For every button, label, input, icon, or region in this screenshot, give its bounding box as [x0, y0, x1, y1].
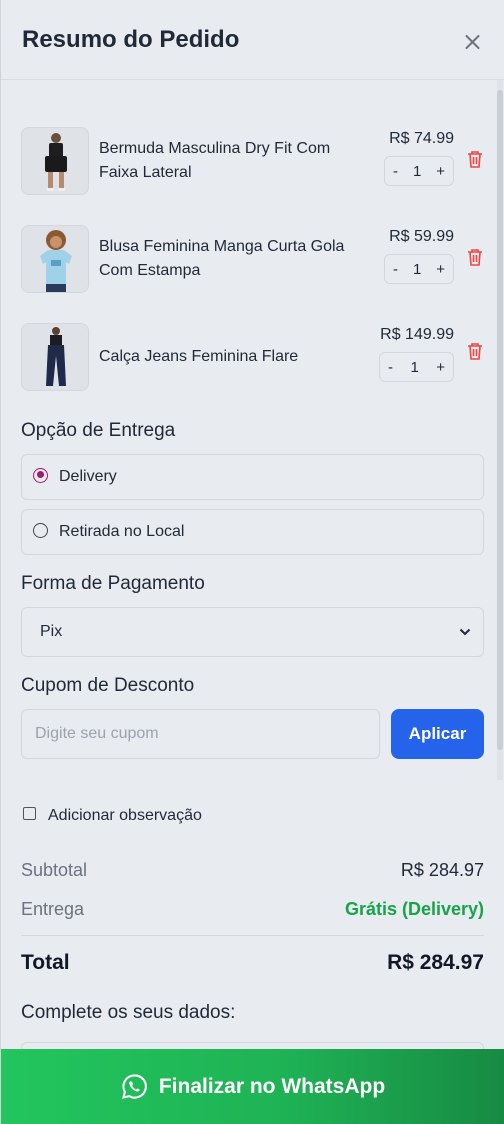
increment-button[interactable]: +	[436, 163, 445, 180]
trash-icon[interactable]	[466, 247, 484, 267]
item-price: R$ 74.99	[389, 130, 454, 147]
scrollbar-thumb[interactable]	[497, 90, 503, 750]
delivery-section-title: Opção de Entrega	[21, 420, 176, 441]
delivery-option-label: Delivery	[59, 468, 117, 485]
item-controls: R$ 59.99 - 1 +	[374, 228, 454, 284]
customer-data-title: Complete os seus dados:	[21, 1002, 236, 1023]
header: Resumo do Pedido	[1, 0, 504, 80]
quantity-value: 1	[412, 162, 422, 180]
scrollbar[interactable]	[497, 80, 503, 780]
quantity-stepper: - 1 +	[384, 156, 454, 186]
payment-method-select[interactable]: Pix	[21, 607, 484, 657]
whatsapp-icon	[121, 1074, 147, 1099]
quantity-stepper: - 1 +	[384, 254, 454, 284]
trash-icon[interactable]	[466, 341, 484, 361]
total-value: R$ 284.97	[387, 951, 484, 974]
total-row: Total R$ 284.97	[21, 951, 484, 975]
delivery-option-delivery[interactable]: Delivery	[21, 454, 484, 500]
quantity-stepper: - 1 +	[379, 352, 454, 382]
subtotal-label: Subtotal	[21, 860, 88, 880]
delivery-fee-value: Grátis (Delivery)	[344, 899, 484, 919]
payment-selected-value: Pix	[40, 623, 63, 640]
finalize-whatsapp-button[interactable]: Finalizar no WhatsApp	[1, 1049, 504, 1124]
content: Bermuda Masculina Dry Fit Com Faixa Late…	[1, 112, 504, 1062]
decrement-button[interactable]: -	[393, 163, 398, 180]
product-image-jeans	[21, 323, 89, 391]
cart-item: Bermuda Masculina Dry Fit Com Faixa Late…	[21, 112, 484, 210]
cart-item: Blusa Feminina Manga Curta Gola Com Esta…	[21, 210, 484, 308]
quantity-value: 1	[410, 358, 419, 376]
quantity-value: 1	[412, 260, 422, 278]
cart-item: Calça Jeans Feminina Flare R$ 149.99 - 1…	[21, 308, 484, 406]
delivery-fee-label: Entrega	[21, 899, 85, 919]
payment-section-title: Forma de Pagamento	[21, 573, 205, 594]
item-name: Bermuda Masculina Dry Fit Com Faixa Late…	[99, 140, 331, 181]
decrement-button[interactable]: -	[393, 261, 398, 278]
delivery-option-pickup[interactable]: Retirada no Local	[21, 509, 484, 555]
item-price: R$ 149.99	[380, 326, 454, 343]
apply-coupon-button[interactable]: Aplicar	[391, 709, 484, 759]
radio-button[interactable]	[33, 522, 48, 538]
item-name: Calça Jeans Feminina Flare	[99, 348, 299, 365]
increment-button[interactable]: +	[436, 261, 445, 278]
subtotal-value: R$ 284.97	[400, 860, 484, 880]
product-image-blouse	[21, 225, 89, 293]
item-price: R$ 59.99	[389, 228, 454, 245]
item-controls: R$ 74.99 - 1 +	[374, 130, 454, 186]
order-summary-panel: Resumo do Pedido Bermuda Masculina Dry F…	[0, 0, 504, 1124]
close-icon[interactable]	[460, 30, 484, 54]
observation-label: Adicionar observação	[48, 807, 202, 824]
item-name: Blusa Feminina Manga Curta Gola Com Esta…	[99, 238, 345, 279]
coupon-input[interactable]	[21, 709, 380, 759]
chevron-down-icon	[459, 628, 471, 636]
observation-toggle[interactable]: Adicionar observação	[21, 806, 484, 825]
item-controls: R$ 149.99 - 1 +	[368, 326, 454, 382]
radio-button-selected[interactable]	[33, 467, 48, 483]
observation-checkbox[interactable]	[23, 806, 36, 820]
coupon-row: Aplicar	[21, 709, 484, 759]
order-totals: Subtotal R$ 284.97 Entrega Grátis (Deliv…	[21, 860, 484, 975]
subtotal-row: Subtotal R$ 284.97	[21, 860, 484, 899]
page-title: Resumo do Pedido	[22, 25, 240, 53]
delivery-fee-row: Entrega Grátis (Delivery)	[21, 899, 484, 938]
whatsapp-button-label: Finalizar no WhatsApp	[158, 1074, 386, 1098]
product-image-shorts	[21, 127, 89, 195]
delivery-option-label: Retirada no Local	[59, 523, 185, 540]
decrement-button[interactable]: -	[388, 359, 393, 376]
coupon-section-title: Cupom de Desconto	[21, 675, 195, 696]
total-label: Total	[21, 951, 70, 974]
trash-icon[interactable]	[466, 149, 484, 169]
increment-button[interactable]: +	[436, 359, 445, 376]
